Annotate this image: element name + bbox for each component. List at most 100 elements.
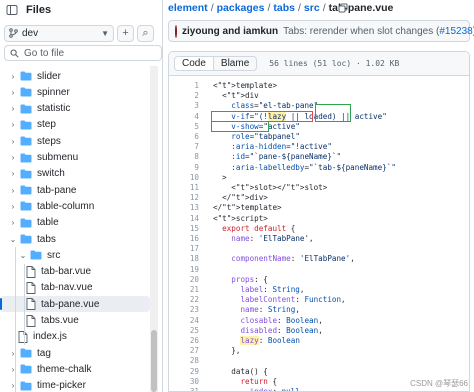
tree-folder[interactable]: › slider [0, 68, 150, 84]
line-number[interactable]: 7 [169, 142, 199, 151]
folder-icon [20, 87, 32, 97]
line-number[interactable]: 29 [169, 367, 199, 376]
chevron-right-icon[interactable]: › [8, 218, 18, 227]
breadcrumb-link[interactable]: tabs [273, 2, 295, 14]
tree-folder[interactable]: ⌄ src [0, 247, 150, 263]
line-number[interactable]: 2 [169, 91, 199, 100]
line-number[interactable]: 28 [169, 356, 199, 365]
breadcrumb-separator: / [298, 2, 301, 14]
chevron-down-icon[interactable]: ⌄ [8, 235, 18, 244]
breadcrumb: element / packages / tabs / src / tab-pane.vue [168, 1, 393, 15]
chevron-down-icon: ▼ [101, 28, 109, 38]
line-number[interactable]: 13 [169, 203, 199, 212]
tab-code[interactable]: Code [175, 57, 214, 70]
line-number[interactable]: 9 [169, 163, 199, 172]
tree-folder[interactable]: › spinner [0, 84, 150, 100]
chevron-right-icon[interactable]: › [8, 365, 18, 374]
search-button[interactable]: ⌕ [137, 24, 154, 42]
chevron-down-icon[interactable]: ⌄ [18, 251, 28, 260]
tree-folder[interactable]: › switch [0, 166, 150, 182]
breadcrumb-link[interactable]: element [168, 2, 208, 14]
chevron-right-icon[interactable]: › [8, 349, 18, 358]
tree-folder[interactable]: › table [0, 215, 150, 231]
chevron-right-icon[interactable]: › [8, 72, 18, 81]
folder-icon [20, 185, 32, 195]
tree-file[interactable]: tab-pane.vue [0, 296, 150, 313]
breadcrumb-separator: / [267, 2, 271, 14]
line-number[interactable]: 18 [169, 254, 199, 263]
line-number[interactable]: 3 [169, 101, 199, 110]
code-line: > [213, 172, 227, 182]
chevron-right-icon[interactable]: › [8, 153, 18, 162]
breadcrumb-link[interactable]: src [304, 2, 320, 14]
line-number[interactable]: 1 [169, 81, 199, 90]
line-number[interactable]: 17 [169, 244, 199, 253]
line-number[interactable]: 26 [169, 336, 199, 345]
code-line: <"t">template> [213, 81, 278, 90]
branch-selector-button[interactable]: dev ▼ [4, 24, 114, 42]
code-line: name: String, [240, 305, 300, 315]
line-number[interactable]: 15 [169, 224, 199, 233]
commit-authors[interactable]: ziyoung and iamkun [182, 26, 278, 37]
line-number[interactable]: 16 [169, 234, 199, 243]
chevron-right-icon[interactable]: › [8, 186, 18, 195]
line-number[interactable]: 20 [169, 275, 199, 284]
tree-folder[interactable]: › submenu [0, 150, 150, 166]
line-number[interactable]: 14 [169, 214, 199, 223]
chevron-right-icon[interactable]: › [8, 104, 18, 113]
chevron-right-icon[interactable]: › [8, 88, 18, 97]
line-number[interactable]: 25 [169, 326, 199, 335]
line-number[interactable]: 23 [169, 305, 199, 314]
tab-blame[interactable]: Blame [214, 57, 256, 70]
tree-item-label: tab-pane [37, 184, 77, 196]
line-number[interactable]: 31 [169, 387, 199, 391]
line-number[interactable]: 12 [169, 193, 199, 202]
commit-pr-link[interactable]: #15238 [439, 26, 472, 37]
line-number[interactable]: 21 [169, 285, 199, 294]
chevron-right-icon[interactable]: › [8, 381, 18, 390]
tree-file[interactable]: index.js [0, 329, 150, 345]
avatar[interactable] [175, 24, 177, 38]
tree-folder[interactable]: › statistic [0, 101, 150, 117]
tree-file[interactable]: tabs.vue [0, 313, 150, 329]
file-icon [26, 281, 36, 294]
tree-folder[interactable]: › time-picker [0, 378, 150, 392]
tree-file[interactable]: tab-bar.vue [0, 264, 150, 280]
copy-path-icon[interactable] [338, 3, 348, 13]
tree-folder[interactable]: › theme-chalk [0, 361, 150, 377]
line-number[interactable]: 30 [169, 377, 199, 386]
code-line: labelContent: Function, [240, 295, 346, 305]
tree-item-label: table-column [37, 200, 95, 212]
tree-file[interactable]: tab-nav.vue [0, 280, 150, 296]
line-number[interactable]: 24 [169, 316, 199, 325]
tree-folder[interactable]: ⌄ tabs [0, 231, 150, 247]
line-number[interactable]: 22 [169, 295, 199, 304]
commit-message[interactable]: Tabs: rerender when slot changes (#15238… [283, 26, 474, 37]
line-number[interactable]: 8 [169, 152, 199, 161]
tree-folder[interactable]: › steps [0, 133, 150, 149]
line-number[interactable]: 4 [169, 112, 199, 121]
breadcrumb-link[interactable]: packages [217, 2, 265, 14]
line-number[interactable]: 11 [169, 183, 199, 192]
chevron-right-icon[interactable]: › [8, 137, 18, 146]
line-number[interactable]: 6 [169, 132, 199, 141]
add-file-button[interactable]: + [117, 24, 134, 42]
go-to-file-input[interactable]: Go to file [4, 45, 162, 61]
sidebar-collapse-icon[interactable] [6, 4, 18, 16]
tree-folder[interactable]: › step [0, 117, 150, 133]
line-number[interactable]: 5 [169, 122, 199, 131]
chevron-right-icon[interactable]: › [8, 120, 18, 129]
tree-folder[interactable]: › tab-pane [0, 182, 150, 198]
tree-item-label: switch [37, 168, 65, 180]
tree-folder[interactable]: › table-column [0, 198, 150, 214]
line-number[interactable]: 27 [169, 346, 199, 355]
line-number[interactable]: 19 [169, 265, 199, 274]
chevron-right-icon[interactable]: › [8, 202, 18, 211]
tree-folder[interactable]: › tag [0, 345, 150, 361]
code-line: closable: Boolean, [240, 315, 323, 325]
chevron-right-icon[interactable]: › [8, 169, 18, 178]
folder-open-icon [30, 250, 42, 260]
sidebar-scrollbar-thumb[interactable] [151, 330, 157, 392]
code-line: disabled: Boolean, [240, 325, 323, 335]
line-number[interactable]: 10 [169, 173, 199, 182]
